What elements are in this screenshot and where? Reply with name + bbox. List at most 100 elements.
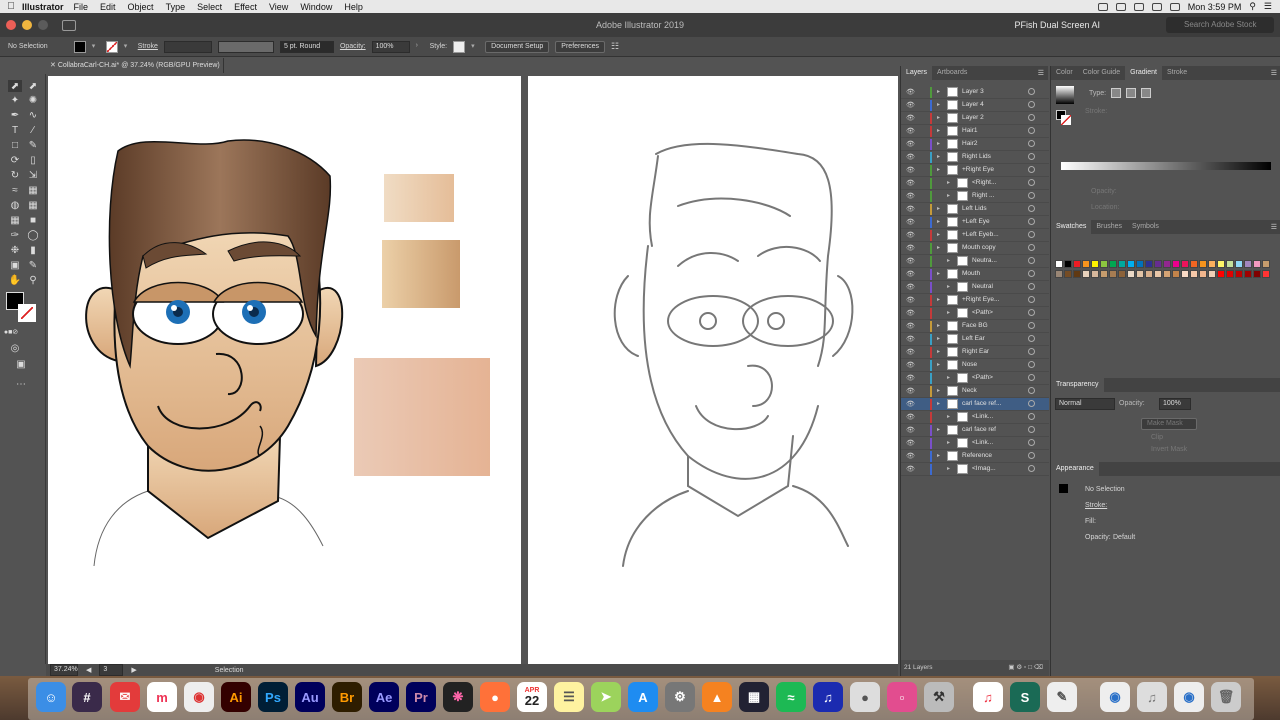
gradient-preview[interactable] xyxy=(1056,86,1074,104)
layer-name[interactable]: Right Ear xyxy=(962,348,989,355)
layer-name[interactable]: Neutral xyxy=(972,283,993,290)
layer-name[interactable]: +Right Eye... xyxy=(962,296,999,303)
color-swatch[interactable] xyxy=(1127,270,1135,278)
expand-arrow-icon[interactable]: ▸ xyxy=(937,296,943,303)
layer-name[interactable]: Face BG xyxy=(962,322,988,329)
layer-row[interactable]: 👁 ▸ +Left Eye xyxy=(901,216,1049,229)
layer-row[interactable]: 👁 ▸ +Left Eyeb... xyxy=(901,229,1049,242)
lock-icon[interactable] xyxy=(919,387,926,395)
media-encoder-icon[interactable]: ▦ xyxy=(739,682,769,712)
target-circle-icon[interactable] xyxy=(1028,283,1035,290)
game-center-icon[interactable]: ● xyxy=(850,682,880,712)
menu-help[interactable]: Help xyxy=(344,2,363,12)
expand-arrow-icon[interactable]: ▸ xyxy=(937,387,943,394)
color-swatch[interactable] xyxy=(1208,260,1216,268)
visibility-eye-icon[interactable]: 👁 xyxy=(906,309,915,317)
make-mask-button[interactable]: Make Mask xyxy=(1141,418,1197,430)
target-circle-icon[interactable] xyxy=(1028,231,1035,238)
lock-icon[interactable] xyxy=(919,205,926,213)
webloc-icon-2[interactable]: ◉ xyxy=(1174,682,1204,712)
color-swatch[interactable] xyxy=(1262,270,1270,278)
color-swatch[interactable] xyxy=(1217,260,1225,268)
battery-icon[interactable] xyxy=(1169,2,1180,11)
direct-selection-tool-icon[interactable]: ⬈ xyxy=(26,80,40,92)
color-swatch[interactable] xyxy=(1136,270,1144,278)
slice-tool-icon[interactable]: ✎ xyxy=(26,259,40,271)
close-window-button[interactable] xyxy=(6,20,16,30)
menu-file[interactable]: File xyxy=(74,2,89,12)
visibility-eye-icon[interactable]: 👁 xyxy=(906,257,915,265)
visibility-eye-icon[interactable]: 👁 xyxy=(906,101,915,109)
layer-name[interactable]: Mouth copy xyxy=(962,244,996,251)
layer-row[interactable]: 👁 ▸ <Link... xyxy=(901,411,1049,424)
target-circle-icon[interactable] xyxy=(1028,192,1035,199)
expand-arrow-icon[interactable]: ▸ xyxy=(947,192,953,199)
layer-row[interactable]: 👁 ▸ <Imag... xyxy=(901,463,1049,476)
visibility-eye-icon[interactable]: 👁 xyxy=(906,166,915,174)
linear-gradient-button[interactable] xyxy=(1111,88,1121,98)
visibility-eye-icon[interactable]: 👁 xyxy=(906,244,915,252)
target-circle-icon[interactable] xyxy=(1028,205,1035,212)
lock-icon[interactable] xyxy=(919,166,926,174)
target-circle-icon[interactable] xyxy=(1028,465,1035,472)
visibility-eye-icon[interactable]: 👁 xyxy=(906,439,915,447)
after-effects-icon[interactable]: Ae xyxy=(369,682,399,712)
visibility-eye-icon[interactable]: 👁 xyxy=(906,374,915,382)
visibility-eye-icon[interactable]: 👁 xyxy=(906,296,915,304)
target-circle-icon[interactable] xyxy=(1028,400,1035,407)
opacity-label[interactable]: Opacity: xyxy=(340,43,366,50)
tab-color[interactable]: Color xyxy=(1051,66,1078,80)
apple-icon[interactable]:  xyxy=(0,1,22,12)
transparency-opacity-field[interactable]: 100% xyxy=(1159,398,1191,410)
layer-name[interactable]: Hair1 xyxy=(962,127,978,134)
stroke-label[interactable]: Stroke xyxy=(138,43,158,50)
color-swatch[interactable] xyxy=(1073,260,1081,268)
type-tool-icon[interactable]: T xyxy=(8,124,22,136)
appearance-fill[interactable]: Fill: xyxy=(1085,518,1096,525)
firefox-icon[interactable]: ● xyxy=(480,682,510,712)
opacity-field[interactable]: 100% xyxy=(371,40,410,53)
trash-icon[interactable]: 🗑 xyxy=(1211,682,1241,712)
visibility-eye-icon[interactable]: 👁 xyxy=(906,387,915,395)
more-tools-icon[interactable]: ⋯ xyxy=(14,378,28,390)
layer-row[interactable]: 👁 ▸ <Link... xyxy=(901,437,1049,450)
visibility-eye-icon[interactable]: 👁 xyxy=(906,205,915,213)
expand-arrow-icon[interactable]: ▸ xyxy=(937,361,943,368)
color-swatch[interactable] xyxy=(1235,260,1243,268)
shape-builder-tool-icon[interactable]: ◍ xyxy=(8,199,22,211)
lock-icon[interactable] xyxy=(919,452,926,460)
expand-arrow-icon[interactable]: ▸ xyxy=(947,439,953,446)
lock-icon[interactable] xyxy=(919,101,926,109)
tab-symbols[interactable]: Symbols xyxy=(1127,220,1164,234)
expand-arrow-icon[interactable]: ▸ xyxy=(947,465,953,472)
vlc-icon[interactable]: ▲ xyxy=(702,682,732,712)
target-circle-icon[interactable] xyxy=(1028,166,1035,173)
free-transform-tool-icon[interactable]: ▦ xyxy=(26,184,40,196)
lock-icon[interactable] xyxy=(919,140,926,148)
layer-name[interactable]: <Link... xyxy=(972,439,993,446)
layer-name[interactable]: Layer 4 xyxy=(962,101,984,108)
visibility-eye-icon[interactable]: 👁 xyxy=(906,322,915,330)
color-swatch[interactable] xyxy=(1109,260,1117,268)
target-circle-icon[interactable] xyxy=(1028,88,1035,95)
variable-width-profile[interactable] xyxy=(217,40,274,53)
gradient-tool-icon[interactable]: ■ xyxy=(26,214,40,226)
menu-select[interactable]: Select xyxy=(197,2,222,12)
expand-arrow-icon[interactable]: ▸ xyxy=(937,231,943,238)
audacity-icon[interactable]: ♫ xyxy=(813,682,843,712)
color-swatch[interactable] xyxy=(1199,260,1207,268)
lock-icon[interactable] xyxy=(919,348,926,356)
layer-name[interactable]: +Left Eye xyxy=(962,218,990,225)
menu-edit[interactable]: Edit xyxy=(100,2,116,12)
visibility-eye-icon[interactable]: 👁 xyxy=(906,231,915,239)
layer-name[interactable]: Right Lids xyxy=(962,153,991,160)
visibility-eye-icon[interactable]: 👁 xyxy=(906,413,915,421)
clock[interactable]: Mon 3:59 PM xyxy=(1188,2,1242,12)
color-swatch[interactable] xyxy=(1163,260,1171,268)
color-swatch[interactable] xyxy=(1082,270,1090,278)
chevron-right-icon[interactable]: › xyxy=(416,42,424,52)
layer-name[interactable]: Mouth xyxy=(962,270,980,277)
lock-icon[interactable] xyxy=(919,413,926,421)
rectangle-tool-icon[interactable]: □ xyxy=(8,139,22,151)
menu-object[interactable]: Object xyxy=(128,2,154,12)
